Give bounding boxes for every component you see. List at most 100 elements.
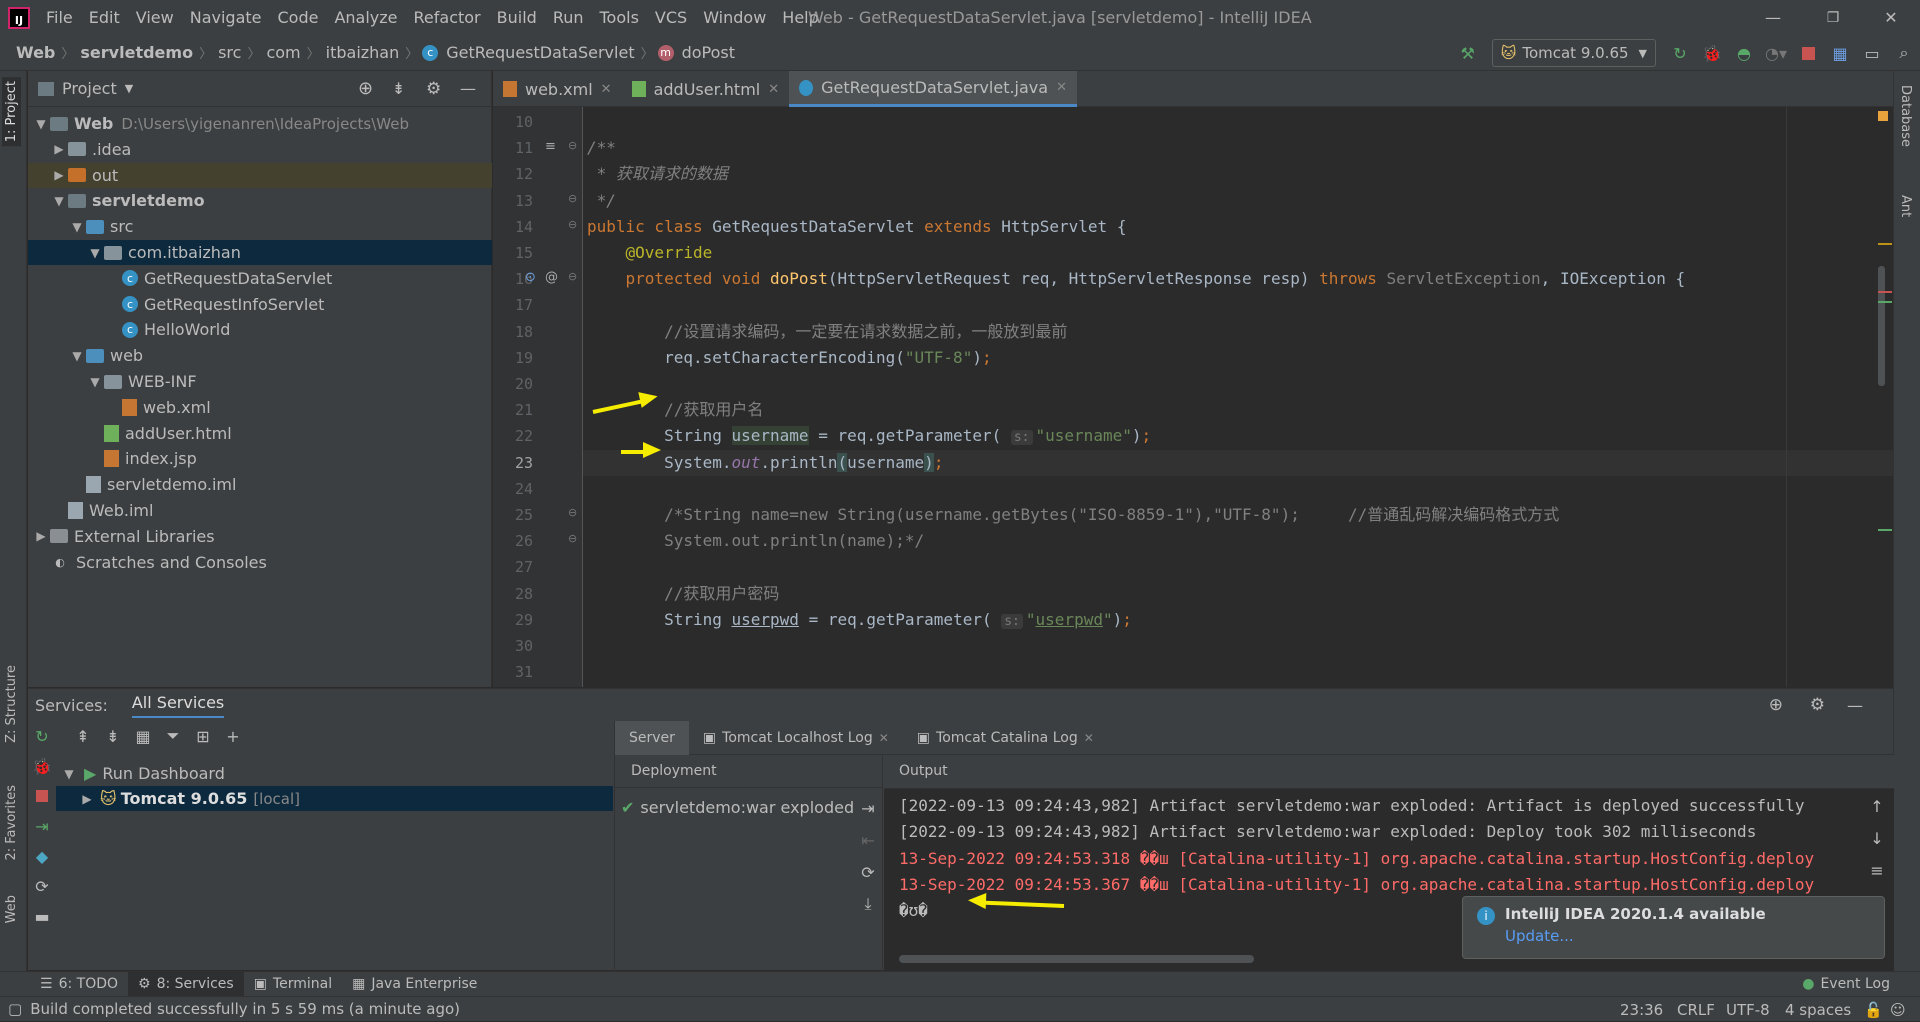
soft-wrap-icon[interactable]: ≡	[1864, 857, 1890, 883]
code-line[interactable]: /**	[587, 135, 616, 161]
build-hammer-icon[interactable]: ⚒	[1452, 37, 1484, 69]
update-notification[interactable]: i IntelliJ IDEA 2020.1.4 available Updat…	[1462, 896, 1885, 959]
collapse-all-icon[interactable]: ⇟	[98, 721, 128, 751]
close-icon[interactable]: ✕	[1084, 731, 1094, 745]
breadcrumb-item[interactable]: itbaizhan	[324, 43, 402, 62]
code-line[interactable]: //获取用户密码	[587, 581, 779, 607]
gear-icon[interactable]: ⚙	[1810, 695, 1825, 715]
coverage-icon[interactable]: ◓	[1728, 37, 1760, 69]
code-line[interactable]: //设置请求编码，一定要在请求数据之前，一般放到最前	[587, 319, 1067, 345]
artifacts-icon[interactable]: ◆	[27, 841, 57, 871]
presentation-mode-icon[interactable]: ▭	[1856, 37, 1888, 69]
code-line[interactable]: /*String name=new String(username.getByt…	[587, 502, 1559, 528]
chevron-right-icon[interactable]: ▶	[50, 142, 68, 156]
update-link[interactable]: Update...	[1505, 927, 1574, 945]
breadcrumb-item[interactable]: servletdemo	[78, 43, 195, 62]
chevron-down-icon[interactable]: ▼	[68, 349, 86, 363]
breadcrumb-item[interactable]: src	[216, 43, 243, 62]
tree-node[interactable]: web.xml	[28, 395, 492, 420]
tool-tab-project[interactable]: 1: Project	[2, 77, 21, 147]
tree-node[interactable]: ▶ .idea	[28, 137, 492, 162]
tool-tab-structure[interactable]: Z: Structure	[2, 661, 21, 747]
scroll-up-icon[interactable]: ↑	[1864, 793, 1890, 819]
search-icon[interactable]: ⌕	[1888, 37, 1920, 69]
hide-icon[interactable]: —	[460, 79, 476, 98]
tab-server[interactable]: Server	[615, 720, 689, 755]
close-icon[interactable]: ✕	[768, 82, 779, 97]
menu-vcs[interactable]: VCS	[647, 0, 695, 35]
service-node-tomcat[interactable]: ▶ 🐱 Tomcat 9.0.65 [local]	[56, 786, 613, 811]
menu-edit[interactable]: Edit	[81, 0, 128, 35]
lock-icon[interactable]: 🔓	[1864, 997, 1883, 1022]
restore-button[interactable]: ❐	[1810, 0, 1856, 35]
chevron-right-icon[interactable]: ▶	[50, 168, 68, 182]
code-line[interactable]: */	[587, 188, 616, 214]
tree-node[interactable]: ▼ servletdemo	[28, 188, 492, 213]
tree-node[interactable]: ▼ WEB-INF	[28, 369, 492, 394]
chevron-down-icon[interactable]: ▼	[32, 117, 50, 131]
code-line[interactable]: * 获取请求的数据	[587, 161, 728, 187]
tab-todo[interactable]: ☰ 6: TODO	[30, 972, 128, 997]
run-config-selector[interactable]: 🐱 Tomcat 9.0.65 ▼	[1491, 39, 1656, 67]
add-service-icon[interactable]: +	[218, 721, 248, 751]
chevron-down-icon[interactable]: ▼	[86, 375, 104, 389]
chevron-down-icon[interactable]: ▼	[86, 246, 104, 260]
editor-tab[interactable]: web.xml ✕	[493, 71, 622, 107]
tree-node[interactable]: c HelloWorld	[28, 317, 492, 342]
debug-icon[interactable]: 🐞	[27, 751, 57, 781]
code-line[interactable]: @Override	[587, 240, 713, 266]
rerun-icon[interactable]: ↻	[1664, 37, 1696, 69]
stop-icon[interactable]	[27, 781, 57, 811]
menu-file[interactable]: File	[38, 0, 81, 35]
menu-navigate[interactable]: Navigate	[182, 0, 270, 35]
tree-node[interactable]: Web.iml	[28, 498, 492, 523]
service-node-run-dashboard[interactable]: ▼ ▶ Run Dashboard	[56, 761, 613, 786]
menu-build[interactable]: Build	[489, 0, 545, 35]
undeploy-icon[interactable]: ⇤	[855, 827, 881, 853]
deploy-icon[interactable]: ⇥	[27, 811, 57, 841]
editor-tab[interactable]: addUser.html ✕	[622, 71, 790, 107]
debug-icon[interactable]: 🐞	[1696, 37, 1728, 69]
tab-localhost-log[interactable]: ▣ Tomcat Localhost Log ✕	[689, 721, 903, 755]
locate-icon[interactable]: ⊕	[358, 78, 373, 99]
chevron-down-icon[interactable]: ▼	[68, 220, 86, 234]
code-line[interactable]: System.out.println(name);*/	[587, 528, 924, 554]
refresh-icon[interactable]: ⟳	[855, 859, 881, 885]
menu-code[interactable]: Code	[270, 0, 327, 35]
tool-tab-ant[interactable]: Ant	[1896, 191, 1915, 221]
line-separator[interactable]: CRLF	[1677, 997, 1715, 1022]
tree-node[interactable]: ▶ out	[28, 162, 492, 188]
tree-node[interactable]: ▶ External Libraries	[28, 524, 492, 549]
scroll-down-icon[interactable]: ↓	[1864, 825, 1890, 851]
menu-refactor[interactable]: Refactor	[406, 0, 489, 35]
breadcrumb-item[interactable]: Web	[14, 43, 57, 62]
all-services-tab[interactable]: All Services	[131, 693, 225, 718]
chevron-down-icon[interactable]: ▼	[50, 194, 68, 208]
status-message[interactable]: Build completed successfully in 5 s 59 m…	[30, 1000, 460, 1018]
chevron-right-icon[interactable]: ▶	[32, 529, 50, 543]
close-button[interactable]: ✕	[1868, 0, 1914, 35]
minimize-button[interactable]: —	[1750, 0, 1796, 35]
expand-all-icon[interactable]: ⇞	[68, 721, 98, 751]
horizontal-scrollbar[interactable]	[899, 955, 1254, 963]
rerun-icon[interactable]: ↻	[27, 721, 57, 751]
caret-position[interactable]: 23:36	[1620, 997, 1663, 1022]
locate-icon[interactable]: ⊕	[1769, 695, 1783, 715]
inspector-icon[interactable]: ☺	[1890, 997, 1906, 1022]
tab-terminal[interactable]: ▣ Terminal	[244, 972, 342, 997]
tree-node[interactable]: c GetRequestDataServlet	[28, 266, 492, 291]
file-encoding[interactable]: UTF-8	[1726, 997, 1770, 1022]
code-line[interactable]: protected void doPost(HttpServletRequest…	[587, 266, 1686, 292]
editor-scrollbar[interactable]	[1878, 266, 1885, 386]
tab-java-enterprise[interactable]: ▦ Java Enterprise	[342, 972, 487, 997]
breadcrumb-item[interactable]: com	[264, 43, 302, 62]
tree-node[interactable]: ▼ web	[28, 343, 492, 368]
code-line[interactable]: public class GetRequestDataServlet exten…	[587, 214, 1126, 240]
group-by-icon[interactable]: ▦	[128, 721, 158, 751]
inspection-warning-icon[interactable]	[1878, 111, 1888, 121]
tab-catalina-log[interactable]: ▣ Tomcat Catalina Log ✕	[903, 721, 1108, 755]
status-toggle-icon[interactable]: ▢	[8, 1000, 22, 1018]
stop-icon[interactable]	[1792, 37, 1824, 69]
tab-services[interactable]: ⚙ 8: Services	[128, 971, 244, 997]
close-icon[interactable]: ✕	[601, 82, 612, 97]
